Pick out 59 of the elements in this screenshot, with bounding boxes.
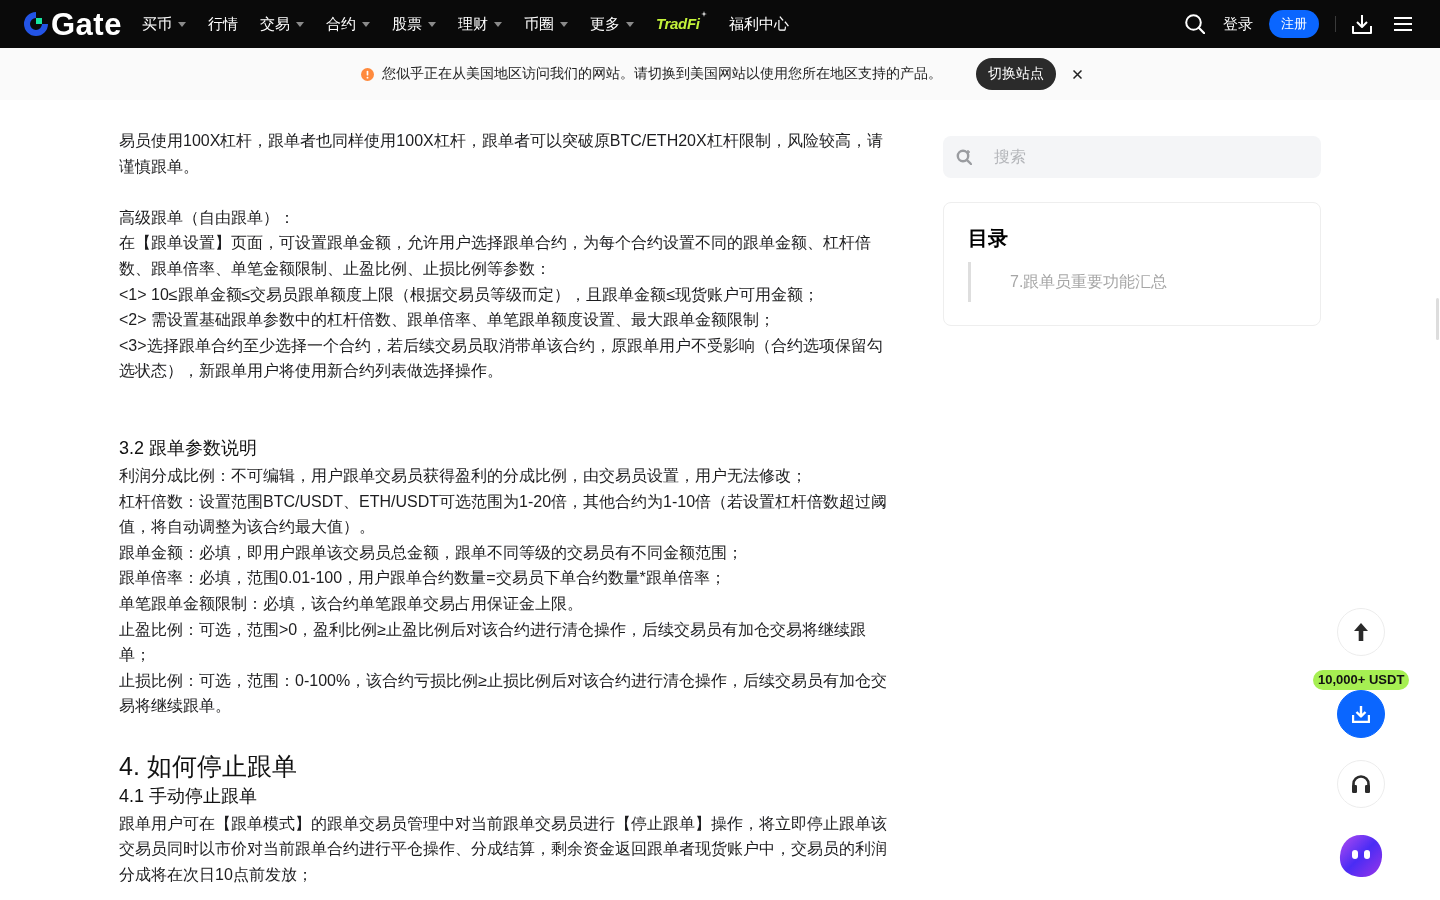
- menu-icon[interactable]: [1394, 17, 1412, 31]
- article-paragraph: 在【跟单设置】页面，可设置跟单金额，允许用户选择跟单合约，为每个合约设置不同的跟单金额、杠杆倍数、跟单倍率、单笔金额限制、止盈比例、止损比例等参数：: [119, 233, 872, 279]
- download-app-button[interactable]: [1337, 690, 1385, 738]
- warning-icon: [360, 67, 374, 81]
- article-paragraph: <2> 需设置基础跟单参数中的杠杆倍数、跟单倍率、单笔跟单额度设置、最大跟单金额限制；: [119, 310, 777, 331]
- article-paragraph: 高级跟单（自由跟单）：: [119, 207, 296, 228]
- switch-site-button[interactable]: 切换站点: [975, 58, 1056, 90]
- tradfi-link[interactable]: TradFi: [655, 14, 707, 34]
- register-button[interactable]: 注册: [1269, 10, 1319, 38]
- article-paragraph: 易员使用100X杠杆，跟单者也同样使用100X杠杆，跟单者可以突破原BTC/ETH20X杠杆限制，风险较高，请谨慎跟单。: [119, 131, 884, 177]
- nav-link[interactable]: 买币: [141, 14, 186, 34]
- arrow-up-icon: [1354, 623, 1368, 641]
- login-link[interactable]: 登录: [1223, 14, 1253, 34]
- article-paragraph: 单笔跟单金额限制：必填，该合约单笔跟单交易占用保证金上限。: [119, 593, 584, 614]
- download-icon[interactable]: [1352, 14, 1372, 34]
- nav-link[interactable]: 币圈: [523, 14, 568, 34]
- article-paragraph: 止盈比例：可选，范围>0，盈利比例≥止盈比例后对该合约进行清仓操作，后续交易员有加仓交易将继续跟单；: [119, 619, 868, 666]
- logo-link[interactable]: Gate: [24, 8, 122, 40]
- article-paragraph: 跟单用户可在【跟单模式】的跟单交易员管理中对当前跟单交易员进行【停止跟单】操作，将立即停止跟单该交易员同时以市价对当前跟单合约进行平仓操作、分成结算，剩余资金返回跟单者现货账户中，交易员的利润分成将在次日10点前发放；: [119, 813, 888, 886]
- search-icon: [956, 149, 972, 165]
- toc-title: 目录: [968, 226, 1009, 250]
- nav-link[interactable]: 合约: [325, 14, 370, 34]
- nav-link[interactable]: 理财: [457, 14, 502, 34]
- caret-icon: [493, 21, 502, 27]
- support-button[interactable]: [1337, 760, 1385, 808]
- caret-icon: [177, 21, 186, 27]
- bot-icon: [1339, 834, 1383, 878]
- sparkle-icon: [700, 11, 707, 17]
- reward-badge: 10,000+ USDT: [1313, 670, 1409, 690]
- article-paragraph: 杠杆倍数：设置范围BTC/USDT、ETH/USDT可选范围为1-20倍，其他合约为1-10倍（若设置杠杆倍数超过阈值，将自动调整为该合约最大值）。: [119, 491, 889, 538]
- subsection-heading: 4.1 手动停止跟单: [119, 784, 259, 808]
- section-heading: 4. 如何停止跟单: [119, 750, 298, 782]
- notice-text: 您似乎正在从美国地区访问我们的网站。请切换到美国网站以使用您所在地区支持的产品。: [381, 65, 942, 83]
- caret-icon: [559, 21, 568, 27]
- caret-icon: [625, 21, 634, 27]
- assistant-bot-button[interactable]: [1339, 834, 1383, 878]
- back-to-top-button[interactable]: [1337, 608, 1385, 656]
- caret-icon: [295, 21, 304, 27]
- article-paragraph: 跟单倍率：必填，范围0.01-100，用户跟单合约数量=交易员下单合约数量*跟单倍率；: [119, 568, 727, 589]
- caret-icon: [427, 21, 436, 27]
- headphones-icon: [1352, 775, 1370, 793]
- download-icon: [1352, 705, 1370, 723]
- nav-link[interactable]: 更多: [589, 14, 634, 34]
- nav-link[interactable]: 福利中心: [728, 14, 789, 34]
- scrollbar-thumb[interactable]: [1436, 298, 1439, 340]
- article-paragraph: 利润分成比例：不可编辑，用户跟单交易员获得盈利的分成比例，由交易员设置，用户无法修改；: [119, 465, 808, 486]
- article-paragraph: <3>选择跟单合约至少选择一个合约，若后续交易员取消带单该合约，原跟单用户不受影响（合约选项保留勾选状态），新跟单用户将使用新合约列表做选择操作。: [119, 335, 884, 382]
- caret-icon: [361, 21, 370, 27]
- article-paragraph: 跟单金额：必填，即用户跟单该交易员总金额，跟单不同等级的交易员有不同金额范围；: [119, 542, 744, 563]
- article-paragraph: <1> 10≤跟单金额≤交易员跟单额度上限（根据交易员等级而定），且跟单金额≤现货账户可用金额；: [119, 284, 821, 305]
- close-icon[interactable]: [1072, 69, 1082, 79]
- logo-icon: [24, 12, 48, 36]
- nav-link[interactable]: 行情: [207, 14, 238, 34]
- subsection-heading: 3.2 跟单参数说明: [119, 436, 259, 460]
- nav-link[interactable]: 股票: [391, 14, 436, 34]
- nav-link[interactable]: 交易: [259, 14, 304, 34]
- search-icon[interactable]: [1185, 14, 1205, 34]
- search-field[interactable]: 搜索: [943, 136, 1321, 178]
- article-paragraph: 止损比例：可选，范围：0-100%，该合约亏损比例≥止损比例后对该合约进行清仓操作，后续交易员有加仓交易将继续跟单。: [119, 670, 888, 717]
